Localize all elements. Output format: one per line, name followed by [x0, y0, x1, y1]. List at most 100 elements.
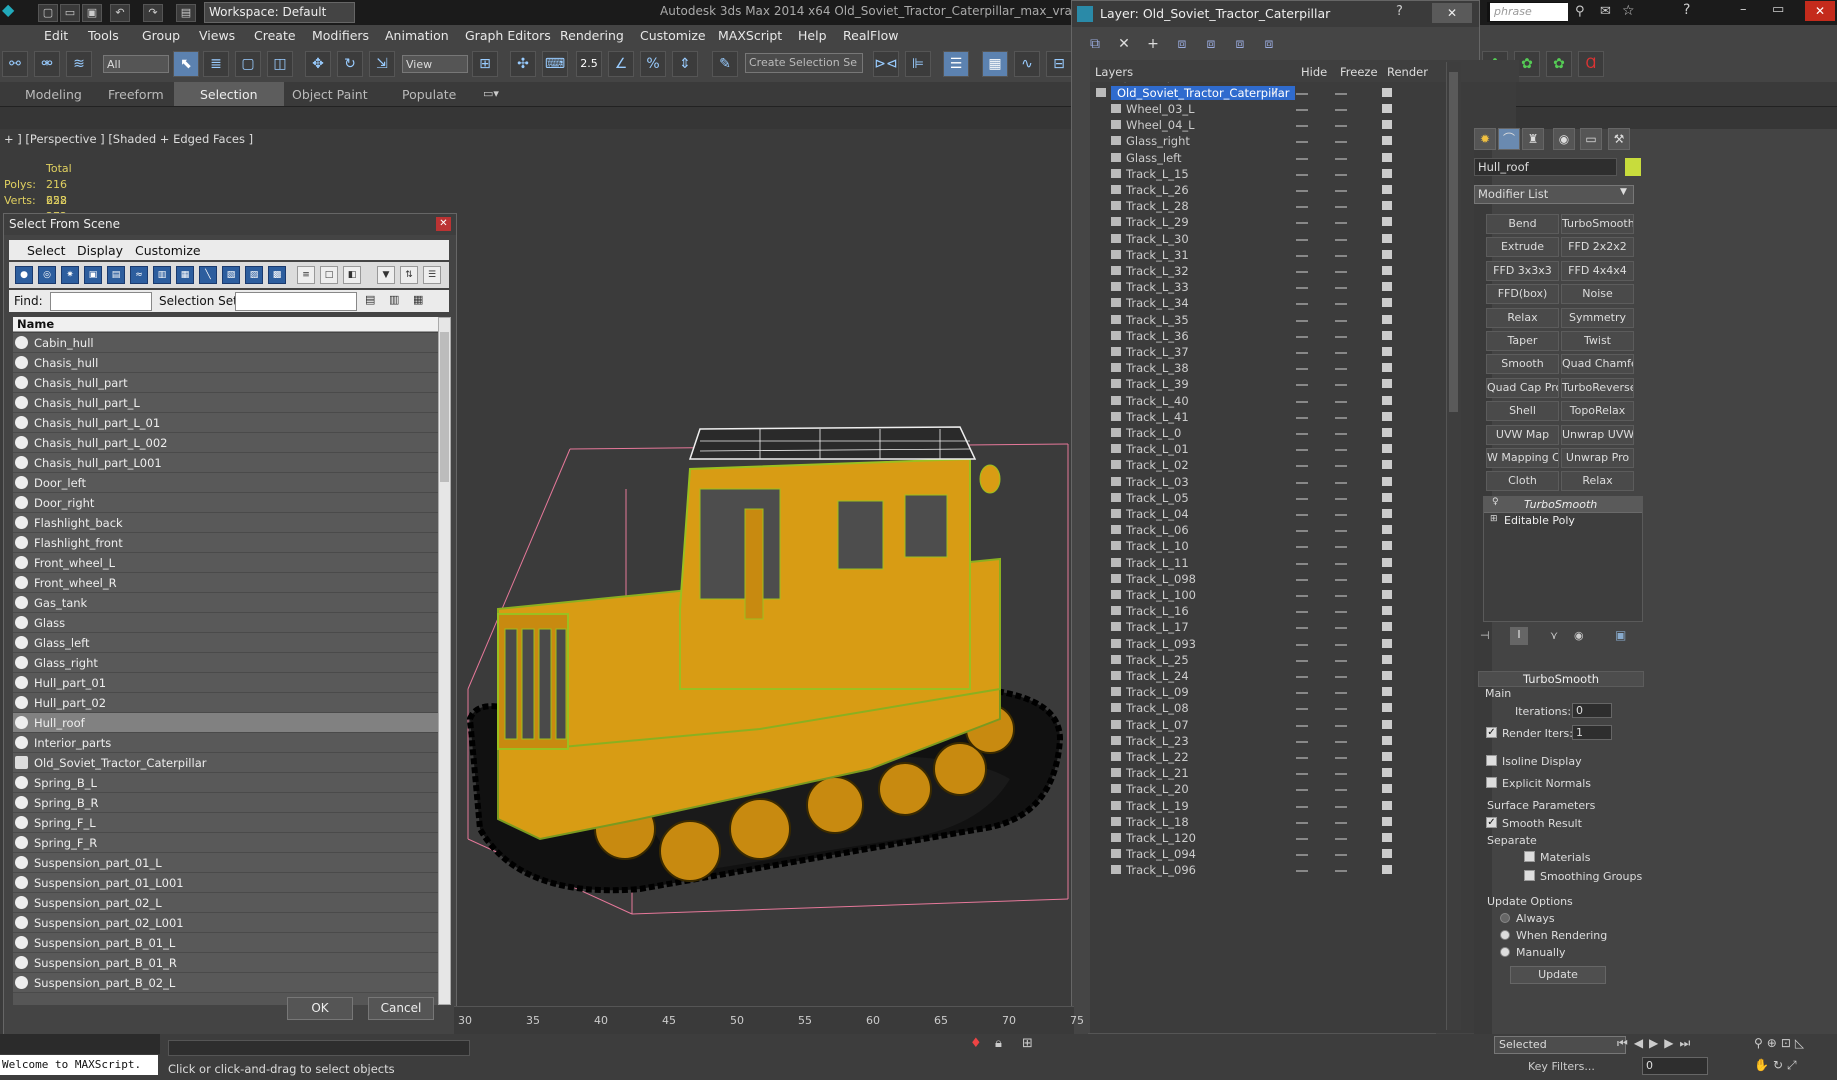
filter-icon[interactable]: ▼	[377, 266, 395, 284]
render-teapot-icon[interactable]	[1382, 703, 1392, 713]
rotate-icon[interactable]: ↻	[337, 51, 363, 77]
close-icon[interactable]: ✕	[1432, 3, 1472, 23]
object-list-item[interactable]: Hull_part_01	[13, 673, 438, 693]
hide-toggle[interactable]	[1296, 757, 1308, 759]
freeze-toggle[interactable]	[1335, 805, 1347, 808]
turbosmooth-rollout-header[interactable]: TurboSmooth	[1478, 671, 1644, 687]
render-teapot-icon[interactable]	[1382, 168, 1392, 178]
render-teapot-icon[interactable]	[1382, 395, 1392, 405]
go-to-start-icon[interactable]: ⏮	[1617, 1036, 1634, 1050]
display-all-icon[interactable]: ≡	[297, 266, 315, 284]
ok-button[interactable]: OK	[287, 997, 353, 1020]
hide-toggle[interactable]	[1296, 319, 1308, 322]
object-list-item[interactable]: Chasis_hull	[13, 353, 438, 373]
render-teapot-icon[interactable]	[1382, 784, 1392, 794]
freeze-toggle[interactable]	[1335, 724, 1347, 727]
freeze-toggle[interactable]	[1335, 562, 1347, 565]
render-teapot-icon[interactable]	[1382, 249, 1392, 259]
add-selection-set-icon[interactable]: ▤	[365, 293, 375, 306]
pin-stack-icon[interactable]: ⊣	[1480, 629, 1490, 642]
object-list-item[interactable]: Gas_tank	[13, 593, 438, 613]
select-object-icon[interactable]: ⬉	[173, 51, 199, 77]
zoom-all-icon[interactable]: ⊕	[1767, 1036, 1781, 1050]
viewport-label[interactable]: + ] [Perspective ] [Shaded + Edged Faces…	[4, 132, 253, 146]
display-hidden-icon[interactable]: ▩	[268, 266, 286, 284]
iterations-spinner[interactable]: 0	[1572, 703, 1612, 718]
modifier-button[interactable]: Cloth	[1486, 471, 1559, 492]
render-iters-checkbox[interactable]: ✓	[1486, 727, 1497, 738]
hide-toggle[interactable]	[1296, 335, 1308, 338]
object-list-item[interactable]: Front_wheel_R	[13, 573, 438, 593]
ribbon-options-icon[interactable]: ▭▾	[483, 87, 499, 100]
link-icon[interactable]: ⚯	[2, 51, 28, 77]
hide-toggle[interactable]	[1296, 157, 1308, 160]
hide-toggle[interactable]	[1296, 676, 1308, 678]
smoothing-groups-checkbox[interactable]	[1524, 870, 1535, 881]
hide-toggle[interactable]	[1296, 821, 1308, 824]
dialog-title[interactable]: Layer: Old_Soviet_Tractor_Caterpillar	[1072, 1, 1479, 27]
maxscript-listener-top[interactable]	[0, 1034, 160, 1054]
absolute-mode-transform-icon[interactable]: ⊞	[1022, 1036, 1033, 1051]
move-icon[interactable]: ✥	[305, 51, 331, 77]
delete-layer-icon[interactable]: ✕	[1114, 34, 1134, 54]
freeze-toggle[interactable]	[1335, 303, 1347, 306]
object-list-item[interactable]: Spring_F_L	[13, 813, 438, 833]
hide-toggle[interactable]	[1296, 627, 1308, 630]
bind-space-warp-icon[interactable]: ≋	[66, 51, 92, 77]
tab-object-paint[interactable]: Object Paint	[292, 87, 368, 102]
utilities-tab-icon[interactable]: ⚒	[1608, 128, 1630, 150]
hide-toggle[interactable]	[1296, 578, 1308, 581]
hide-toggle[interactable]	[1296, 352, 1308, 354]
object-list-item[interactable]: Chasis_hull_part_L001	[13, 453, 438, 473]
display-none-icon[interactable]: □	[320, 266, 338, 284]
hide-toggle[interactable]	[1296, 562, 1308, 565]
object-name-input[interactable]: Hull_roof	[1474, 158, 1617, 176]
close-window-button[interactable]: ✕	[1805, 1, 1835, 21]
render-teapot-icon[interactable]	[1382, 347, 1392, 356]
object-list-item[interactable]: Door_right	[13, 493, 438, 513]
object-list-item[interactable]: Suspension_part_01_L001	[13, 873, 438, 893]
selection-filter-dropdown[interactable]: All	[103, 55, 169, 73]
find-input[interactable]	[50, 292, 152, 311]
remove-selection-set-icon[interactable]: ▥	[389, 293, 399, 306]
modifier-button[interactable]: W Mapping Cle	[1486, 448, 1559, 468]
freeze-toggle[interactable]	[1335, 368, 1347, 371]
freeze-toggle[interactable]	[1335, 465, 1347, 468]
freeze-unfreeze-all-icon[interactable]: ⧈	[1259, 34, 1279, 54]
modifier-button[interactable]: Relax	[1561, 471, 1634, 492]
render-teapot-icon[interactable]	[1382, 590, 1392, 599]
hide-toggle[interactable]	[1296, 416, 1308, 419]
manually-radio[interactable]	[1500, 947, 1510, 957]
render-teapot-icon[interactable]	[1382, 622, 1392, 632]
mirror-icon[interactable]: ⊳⊲	[873, 51, 899, 77]
freeze-toggle[interactable]	[1335, 757, 1347, 759]
object-list-item[interactable]: Suspension_part_B_01_R	[13, 953, 438, 973]
tab-freeform[interactable]: Freeform	[108, 87, 164, 102]
create-tab-icon[interactable]: ✹	[1474, 128, 1496, 150]
modifier-button[interactable]: FFD 4x4x4	[1561, 260, 1634, 281]
menu-tools[interactable]: Tools	[88, 28, 119, 43]
hide-toggle[interactable]	[1296, 222, 1308, 225]
reference-coordinate-dropdown[interactable]: View	[402, 55, 468, 73]
render-teapot-icon[interactable]	[1382, 379, 1392, 389]
pan-icon[interactable]: ✋	[1754, 1058, 1773, 1072]
hide-unhide-all-icon[interactable]: ⧈	[1230, 34, 1250, 54]
render-teapot-icon[interactable]	[1382, 671, 1392, 680]
expand-plus-icon[interactable]: ⊞	[1490, 514, 1498, 524]
hide-toggle[interactable]	[1296, 141, 1308, 144]
object-list-item[interactable]: Cabin_hull	[13, 333, 438, 353]
time-slider-track[interactable]	[454, 1006, 1074, 1035]
schematic-view-icon[interactable]: ⊟	[1046, 51, 1072, 77]
align-icon[interactable]: ⊫	[905, 51, 931, 77]
object-list-item[interactable]: Front_wheel_L	[13, 553, 438, 573]
freeze-toggle[interactable]	[1335, 870, 1347, 873]
object-list-item[interactable]: Spring_B_R	[13, 793, 438, 813]
freeze-toggle[interactable]	[1335, 627, 1347, 630]
help-icon[interactable]: ?	[1683, 2, 1690, 18]
display-invert-icon[interactable]: ◧	[343, 266, 361, 284]
display-bones-icon[interactable]: ╲	[199, 266, 217, 284]
object-list-item[interactable]: Spring_F_R	[13, 833, 438, 853]
favorites-star-icon[interactable]: ☆	[1622, 3, 1635, 19]
object-list-item[interactable]: Glass_left	[13, 633, 438, 653]
object-list-item[interactable]: Hull_part_02	[13, 693, 438, 713]
